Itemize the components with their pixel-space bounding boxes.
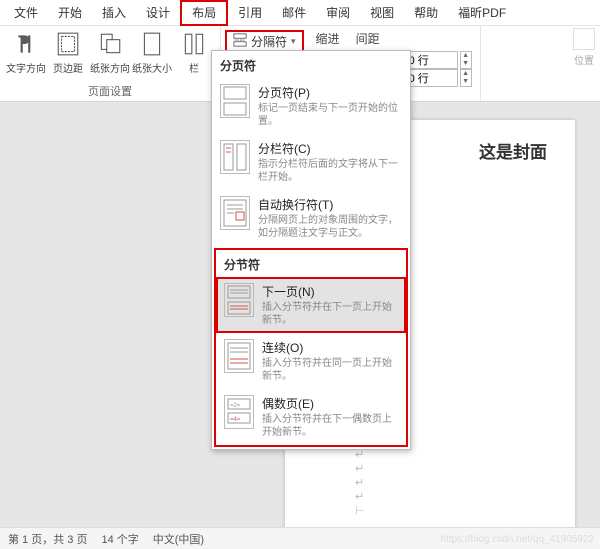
item-page-break-title: 分页符(P) — [258, 84, 402, 101]
next-page-icon — [224, 283, 254, 317]
item-text-wrap[interactable]: 自动换行符(T) 分隔网页上的对象周围的文字，如分隔题注文字与正文。 — [212, 190, 410, 246]
item-column-break-title: 分栏符(C) — [258, 140, 402, 157]
status-words[interactable]: 14 个字 — [101, 531, 138, 547]
orientation-label: 纸张方向 — [90, 60, 130, 75]
status-lang[interactable]: 中文(中国) — [153, 531, 204, 547]
position-label: 位置 — [572, 52, 596, 67]
tab-view[interactable]: 视图 — [360, 0, 404, 26]
item-next-page[interactable]: 下一页(N) 插入分节符并在下一页上开始新节。 — [216, 277, 406, 333]
item-column-break[interactable]: 分栏符(C) 指示分栏符后面的文字将从下一栏开始。 — [212, 134, 410, 190]
text-direction-icon — [12, 30, 40, 58]
columns-icon — [180, 30, 208, 58]
tab-file[interactable]: 文件 — [4, 0, 48, 26]
svg-text:=2=: =2= — [230, 403, 241, 409]
tab-insert[interactable]: 插入 — [92, 0, 136, 26]
item-text-wrap-desc: 分隔网页上的对象周围的文字，如分隔题注文字与正文。 — [258, 214, 402, 240]
item-even-page[interactable]: =2= =4= 偶数页(E) 插入分节符并在下一偶数页上开始新节。 — [216, 389, 406, 445]
watermark: https://blog.csdn.net/qq_41905922 — [441, 534, 594, 545]
margins-button[interactable]: 页边距 — [48, 30, 88, 75]
item-next-page-desc: 插入分节符并在下一页上开始新节。 — [262, 301, 398, 327]
item-continuous-title: 连续(O) — [262, 339, 398, 356]
orientation-icon — [96, 30, 124, 58]
tab-help[interactable]: 帮助 — [404, 0, 448, 26]
item-page-break-desc: 标记一页结束与下一页开始的位置。 — [258, 102, 402, 128]
tab-references[interactable]: 引用 — [228, 0, 272, 26]
text-direction-button[interactable]: 文字方向 — [6, 30, 46, 75]
item-next-page-title: 下一页(N) — [262, 283, 398, 300]
chevron-down-icon: ▾ — [291, 36, 296, 47]
group-page-setup: 文字方向 页边距 纸张方向 纸张大小 — [0, 26, 221, 101]
item-page-break[interactable]: 分页符(P) 标记一页结束与下一页开始的位置。 — [212, 78, 410, 134]
section-section-breaks: 分节符 — [216, 250, 406, 277]
size-icon — [138, 30, 166, 58]
breaks-icon — [233, 33, 247, 50]
tab-design[interactable]: 设计 — [136, 0, 180, 26]
page-setup-group-label: 页面设置 — [88, 81, 132, 99]
svg-text:=4=: =4= — [230, 417, 241, 423]
tab-mailings[interactable]: 邮件 — [272, 0, 316, 26]
size-label: 纸张大小 — [132, 60, 172, 75]
indent-label: 缩进 — [316, 30, 340, 47]
size-button[interactable]: 纸张大小 — [132, 30, 172, 75]
columns-button[interactable]: 栏 — [174, 30, 214, 75]
breaks-button[interactable]: 分隔符 ▾ — [225, 30, 304, 52]
section-breaks-box: 分节符 下一页(N) 插入分节符并在下一页上开始新节。 连续(O) 插入分节符并… — [214, 248, 408, 447]
columns-label: 栏 — [174, 60, 214, 75]
spacing-label: 间距 — [356, 30, 380, 47]
tab-layout[interactable]: 布局 — [180, 0, 228, 26]
spacing-before-input[interactable] — [406, 51, 458, 69]
margins-label: 页边距 — [48, 60, 88, 75]
margins-icon — [54, 30, 82, 58]
breaks-dropdown: 分页符 分页符(P) 标记一页结束与下一页开始的位置。 分栏符(C) 指示分栏符… — [211, 50, 411, 450]
breaks-button-label: 分隔符 — [251, 33, 287, 50]
text-direction-label: 文字方向 — [6, 60, 46, 75]
item-even-page-title: 偶数页(E) — [262, 395, 398, 412]
spacing-after-input[interactable] — [406, 69, 458, 87]
even-page-icon: =2= =4= — [224, 395, 254, 429]
orientation-button[interactable]: 纸张方向 — [90, 30, 130, 75]
tab-foxit[interactable]: 福昕PDF — [448, 0, 516, 26]
column-break-icon — [220, 140, 250, 174]
section-page-breaks: 分页符 — [212, 51, 410, 78]
page-title: 这是封面 — [479, 138, 547, 163]
page-break-icon — [220, 84, 250, 118]
menu-bar: 文件 开始 插入 设计 布局 引用 邮件 审阅 视图 帮助 福昕PDF — [0, 0, 600, 26]
item-even-page-desc: 插入分节符并在下一偶数页上开始新节。 — [262, 413, 398, 439]
status-page[interactable]: 第 1 页，共 3 页 — [8, 531, 87, 547]
item-continuous-desc: 插入分节符并在同一页上开始新节。 — [262, 357, 398, 383]
spacing-after-stepper[interactable]: ▲▼ — [460, 69, 472, 87]
tab-review[interactable]: 审阅 — [316, 0, 360, 26]
item-continuous[interactable]: 连续(O) 插入分节符并在同一页上开始新节。 — [216, 333, 406, 389]
position-icon — [573, 28, 595, 50]
item-text-wrap-title: 自动换行符(T) — [258, 196, 402, 213]
item-column-break-desc: 指示分栏符后面的文字将从下一栏开始。 — [258, 158, 402, 184]
tab-home[interactable]: 开始 — [48, 0, 92, 26]
position-button: 位置 — [572, 28, 596, 67]
continuous-icon — [224, 339, 254, 373]
text-wrap-icon — [220, 196, 250, 230]
spacing-before-stepper[interactable]: ▲▼ — [460, 51, 472, 69]
